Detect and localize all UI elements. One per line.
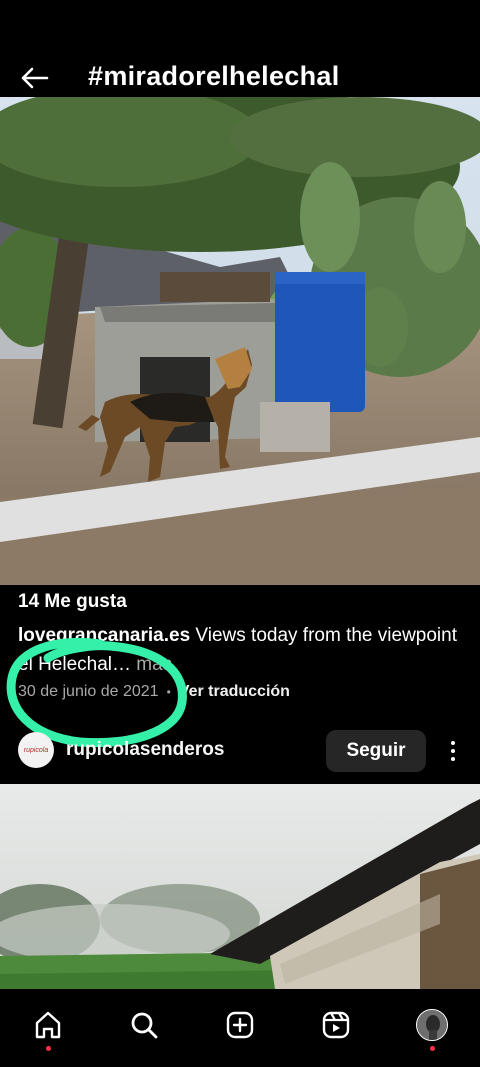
home-notification-dot xyxy=(46,1046,51,1051)
post-date: 30 de junio de 2021 xyxy=(18,683,159,700)
separator-dot: • xyxy=(166,685,171,699)
follow-button[interactable]: Seguir xyxy=(326,730,426,772)
author-avatar[interactable]: rupicola xyxy=(18,732,54,768)
reels-icon xyxy=(322,1011,350,1039)
create-icon xyxy=(226,1011,254,1039)
bottom-navigation xyxy=(0,989,480,1067)
caption-ellipsis: … xyxy=(112,654,137,675)
profile-notification-dot xyxy=(430,1046,435,1051)
translate-link[interactable]: Ver traducción xyxy=(179,683,290,701)
post-image-2[interactable] xyxy=(0,784,480,989)
back-button[interactable] xyxy=(14,58,54,98)
nav-reels[interactable] xyxy=(312,1001,360,1049)
nav-search[interactable] xyxy=(120,1001,168,1049)
more-options-icon[interactable] xyxy=(440,736,466,766)
post-caption[interactable]: lovegrancanaria.es Views today from the … xyxy=(18,621,468,679)
post-image[interactable] xyxy=(0,97,480,585)
author-username[interactable]: rupicolasenderos xyxy=(66,739,224,761)
nav-home[interactable] xyxy=(24,1001,72,1051)
nav-profile[interactable] xyxy=(408,1001,456,1051)
home-icon xyxy=(35,1011,61,1039)
hashtag-title: #miradorelhelechal xyxy=(88,61,340,91)
avatar-logo-text: rupicola xyxy=(23,746,49,754)
arrow-left-icon xyxy=(21,67,49,89)
search-icon xyxy=(131,1012,158,1039)
likes-count[interactable]: 14 Me gusta xyxy=(18,591,127,613)
nav-create[interactable] xyxy=(216,1001,264,1049)
suggested-author-row: rupicola rupicolasenderos Seguir xyxy=(0,726,480,776)
date-line: 30 de junio de 2021 • Ver traducción xyxy=(18,683,290,701)
top-bar: #miradorelhelechal xyxy=(0,0,480,97)
profile-avatar xyxy=(416,1009,448,1041)
more-link[interactable]: más xyxy=(136,654,172,675)
caption-username[interactable]: lovegrancanaria.es xyxy=(18,625,190,646)
